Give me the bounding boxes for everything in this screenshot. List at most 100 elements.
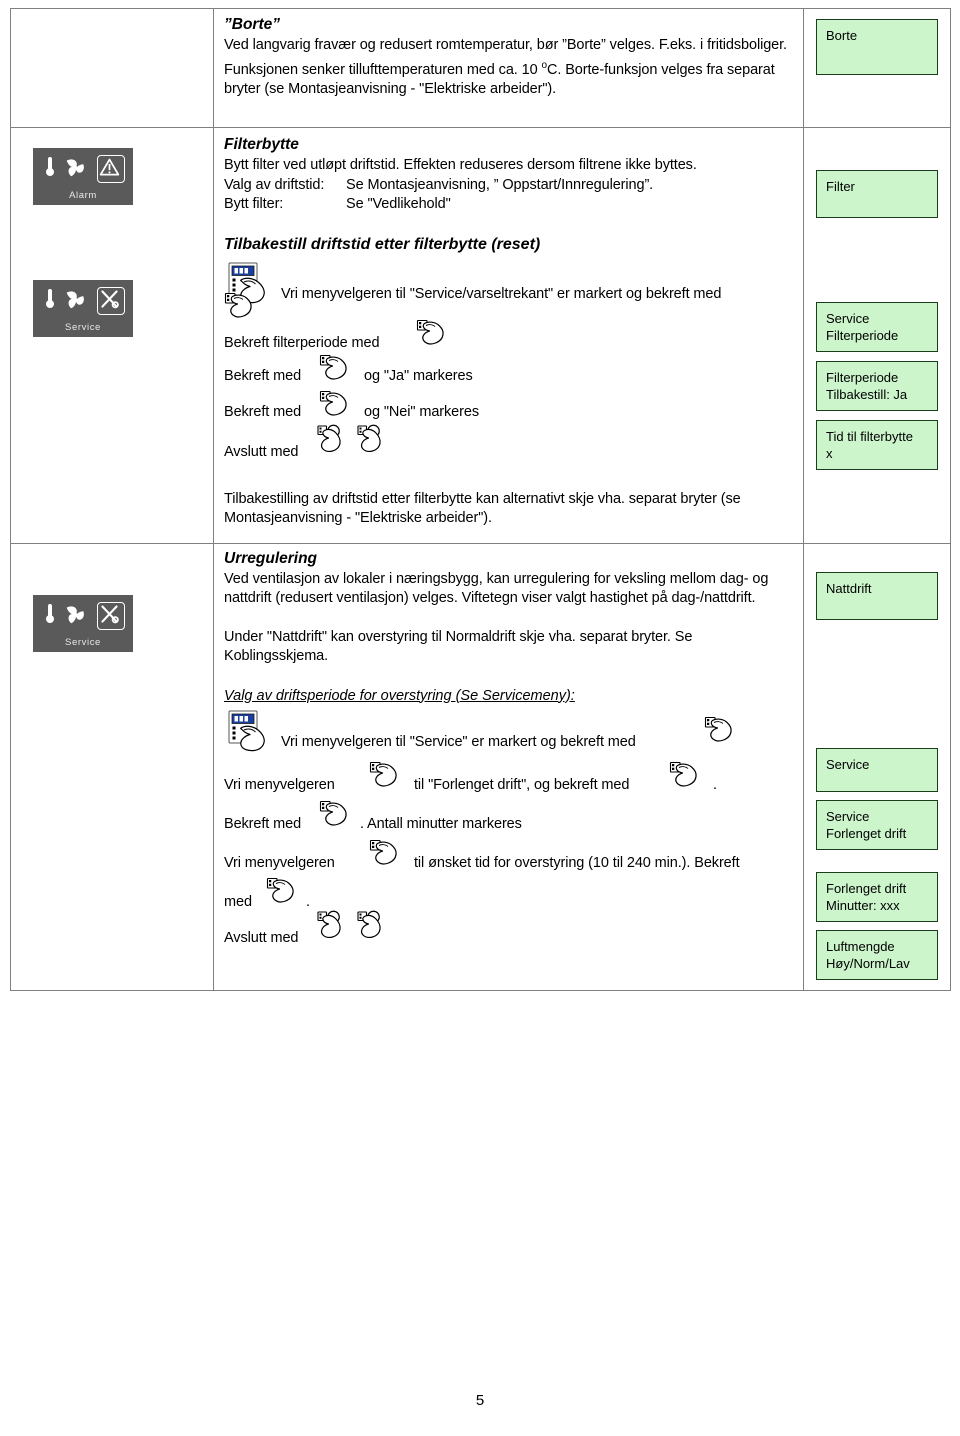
filterbytte-line-3: Bytt filter: Se "Vedlikehold" [224,195,795,215]
filterbytte-line-2-value: Se Montasjeanvisning, ” Oppstart/Innregu… [346,176,654,193]
fan-icon [63,288,87,312]
status-box-line-1: Service [826,311,870,326]
fan-icon [63,156,87,180]
lcd-panel-service-1: Service [33,280,133,337]
status-box-service-filterperiode: Service Filterperiode [816,302,938,352]
status-box-line-1: Service [826,808,870,824]
urreg-step-2-text-b: til "Forlenget drift", og bekreft med [414,776,630,793]
icon-cell-urregulering: Service [10,542,214,991]
hand-button-icon [369,761,403,791]
hand-button-icon [224,292,258,322]
hand-round-button-icon [317,424,353,456]
section-heading-filterbytte: Filterbytte [224,136,299,153]
status-box-line-1: Luftmengde [826,938,895,954]
lcd-label-service: Service [65,322,101,333]
urreg-step-3-text-b: . Antall minutter markeres [360,815,522,832]
urreg-step-2-block: Vri menyvelgeren til "Forlenget drift", … [224,762,795,802]
hand-round-button-icon [357,910,393,942]
urreg-step-5-block: Avslutt med [224,914,795,960]
thermometer-icon [46,157,54,177]
reset-closing-paragraph: Tilbakestilling av driftstid etter filte… [224,490,741,527]
tools-icon [98,603,121,626]
hand-button-icon [704,716,738,746]
status-box-line-1: Forlenget drift [826,880,907,896]
borte-paragraph: Ved langvarig fravær og redusert romtemp… [224,36,795,99]
section-heading-urregulering: Urregulering [224,549,318,567]
reset-step-4-block: Bekreft med og "Nei" markeres [224,392,795,428]
filterbytte-line-2: Valg av driftstid: Se Montasjeanvisning, … [224,176,795,196]
hand-button-icon [669,761,703,791]
page-number: 5 [475,1392,485,1409]
lcd-label-alarm: Alarm [69,190,97,201]
table-row-filterbytte: Alarm Service Filterbytte Bytt filter ve… [10,127,951,544]
filterbytte-line-1: Bytt filter ved utløpt driftstid. Effekt… [224,157,697,173]
urreg-step-1-block: Vri menyvelgeren til "Service" er marker… [224,710,795,762]
urreg-step-4-cont-block: med . [224,880,795,914]
reset-step-4-text-b: og "Nei" markeres [364,403,479,420]
status-box-luftmengde: Luftmengde Høy/Norm/Lav [816,929,938,980]
lcd-panel-alarm: Alarm [33,148,133,205]
table-row-urregulering: Service Urregulering Ved ventilasjon av … [10,542,951,991]
fan-icon [63,603,87,627]
warning-triangle-frame [97,155,125,183]
status-box-line-2: Filterperiode [826,328,899,343]
urreg-step-2-text-a: Vri menyvelgeren [224,776,335,793]
reset-step-5-text: Avslutt med [224,443,299,460]
lcd-label-service: Service [65,636,101,648]
hand-button-icon [319,390,353,420]
hand-button-icon [319,354,353,384]
controller-icon [228,710,274,752]
content-cell-borte: ”Borte” Ved langvarig fravær og redusert… [213,8,804,128]
tools-frame [97,287,125,315]
tools-frame [97,601,125,630]
manual-table: ”Borte” Ved langvarig fravær og redusert… [10,8,951,991]
reset-step-3-text-b: og "Ja" markeres [364,367,473,384]
reset-step-2-block: Bekreft filterperiode med [224,324,795,356]
urreg-step-4-text-d: . [306,893,310,910]
status-box-line-2: Minutter: xxx [826,897,900,913]
warning-triangle-icon [98,156,121,179]
status-box-line-1: Filterperiode [826,370,899,385]
status-box-line-2: Tilbakestill: Ja [826,387,908,402]
reset-step-1-block: Vri menyvelgeren til "Service/varseltrek… [224,262,795,324]
hand-button-icon [369,839,403,869]
section-heading-reset: Tilbakestill driftstid etter filterbytte… [224,235,541,253]
icon-cell-borte [10,8,214,128]
filterbytte-line-3-label: Bytt filter: [224,196,284,212]
status-box-service-forlenget-drift: Service Forlenget drift [816,799,938,850]
urregulering-subheading: Valg av driftsperiode for overstyring (S… [224,687,575,704]
hand-button-icon [319,800,353,830]
hand-round-button-icon [357,424,393,456]
hand-button-icon [266,877,300,907]
urreg-step-3-block: Bekreft med . Antall minutter markeres [224,802,795,840]
status-box-line-1: Tid til filterbytte [826,429,913,444]
status-box-service: Service [816,747,938,792]
urreg-step-4-text-a: Vri menyvelgeren [224,854,335,871]
reset-step-3-text-a: Bekreft med [224,367,302,384]
urreg-step-4-text-b: til ønsket tid for overstyring (10 til 2… [414,854,740,871]
filterbytte-line-3-value: Se "Vedlikehold" [346,196,451,212]
tools-icon [98,288,121,311]
status-box-tid-til-filterbytte: Tid til filterbytte x [816,420,938,470]
status-box-nattdrift: Nattdrift [816,571,938,620]
content-cell-filterbytte: Filterbytte Bytt filter ved utløpt drift… [213,127,804,544]
reset-step-5-block: Avslutt med [224,428,795,468]
display-cell-filterbytte: Filter Service Filterperiode Filterperio… [803,127,951,544]
section-heading-borte: ”Borte” [224,16,280,33]
urreg-step-2-text-c: . [713,776,717,793]
reset-step-3-block: Bekreft med og "Ja" markeres [224,356,795,392]
content-cell-urregulering: Urregulering Ved ventilasjon av lokaler … [213,542,804,991]
urreg-step-5-text: Avslutt med [224,929,299,946]
filterbytte-line-2-label: Valg av driftstid: [224,176,325,193]
status-box-line-2: x [826,446,833,461]
display-cell-borte: Borte [803,8,951,128]
reset-step-2-text: Bekreft filterperiode med [224,334,380,351]
urreg-step-4-block: Vri menyvelgeren til ønsket tid for over… [224,840,795,880]
status-box-borte: Borte [816,19,938,75]
urregulering-paragraph-2: Under "Nattdrift" kan overstyring til No… [224,628,693,665]
status-box-forlenget-drift-minutter: Forlenget drift Minutter: xxx [816,871,938,922]
urreg-step-4-text-c: med [224,893,252,910]
icon-cell-filterbytte: Alarm Service [10,127,214,544]
lcd-panel-service-2: Service [33,594,133,652]
status-box-line-2: Forlenget drift [826,825,907,841]
